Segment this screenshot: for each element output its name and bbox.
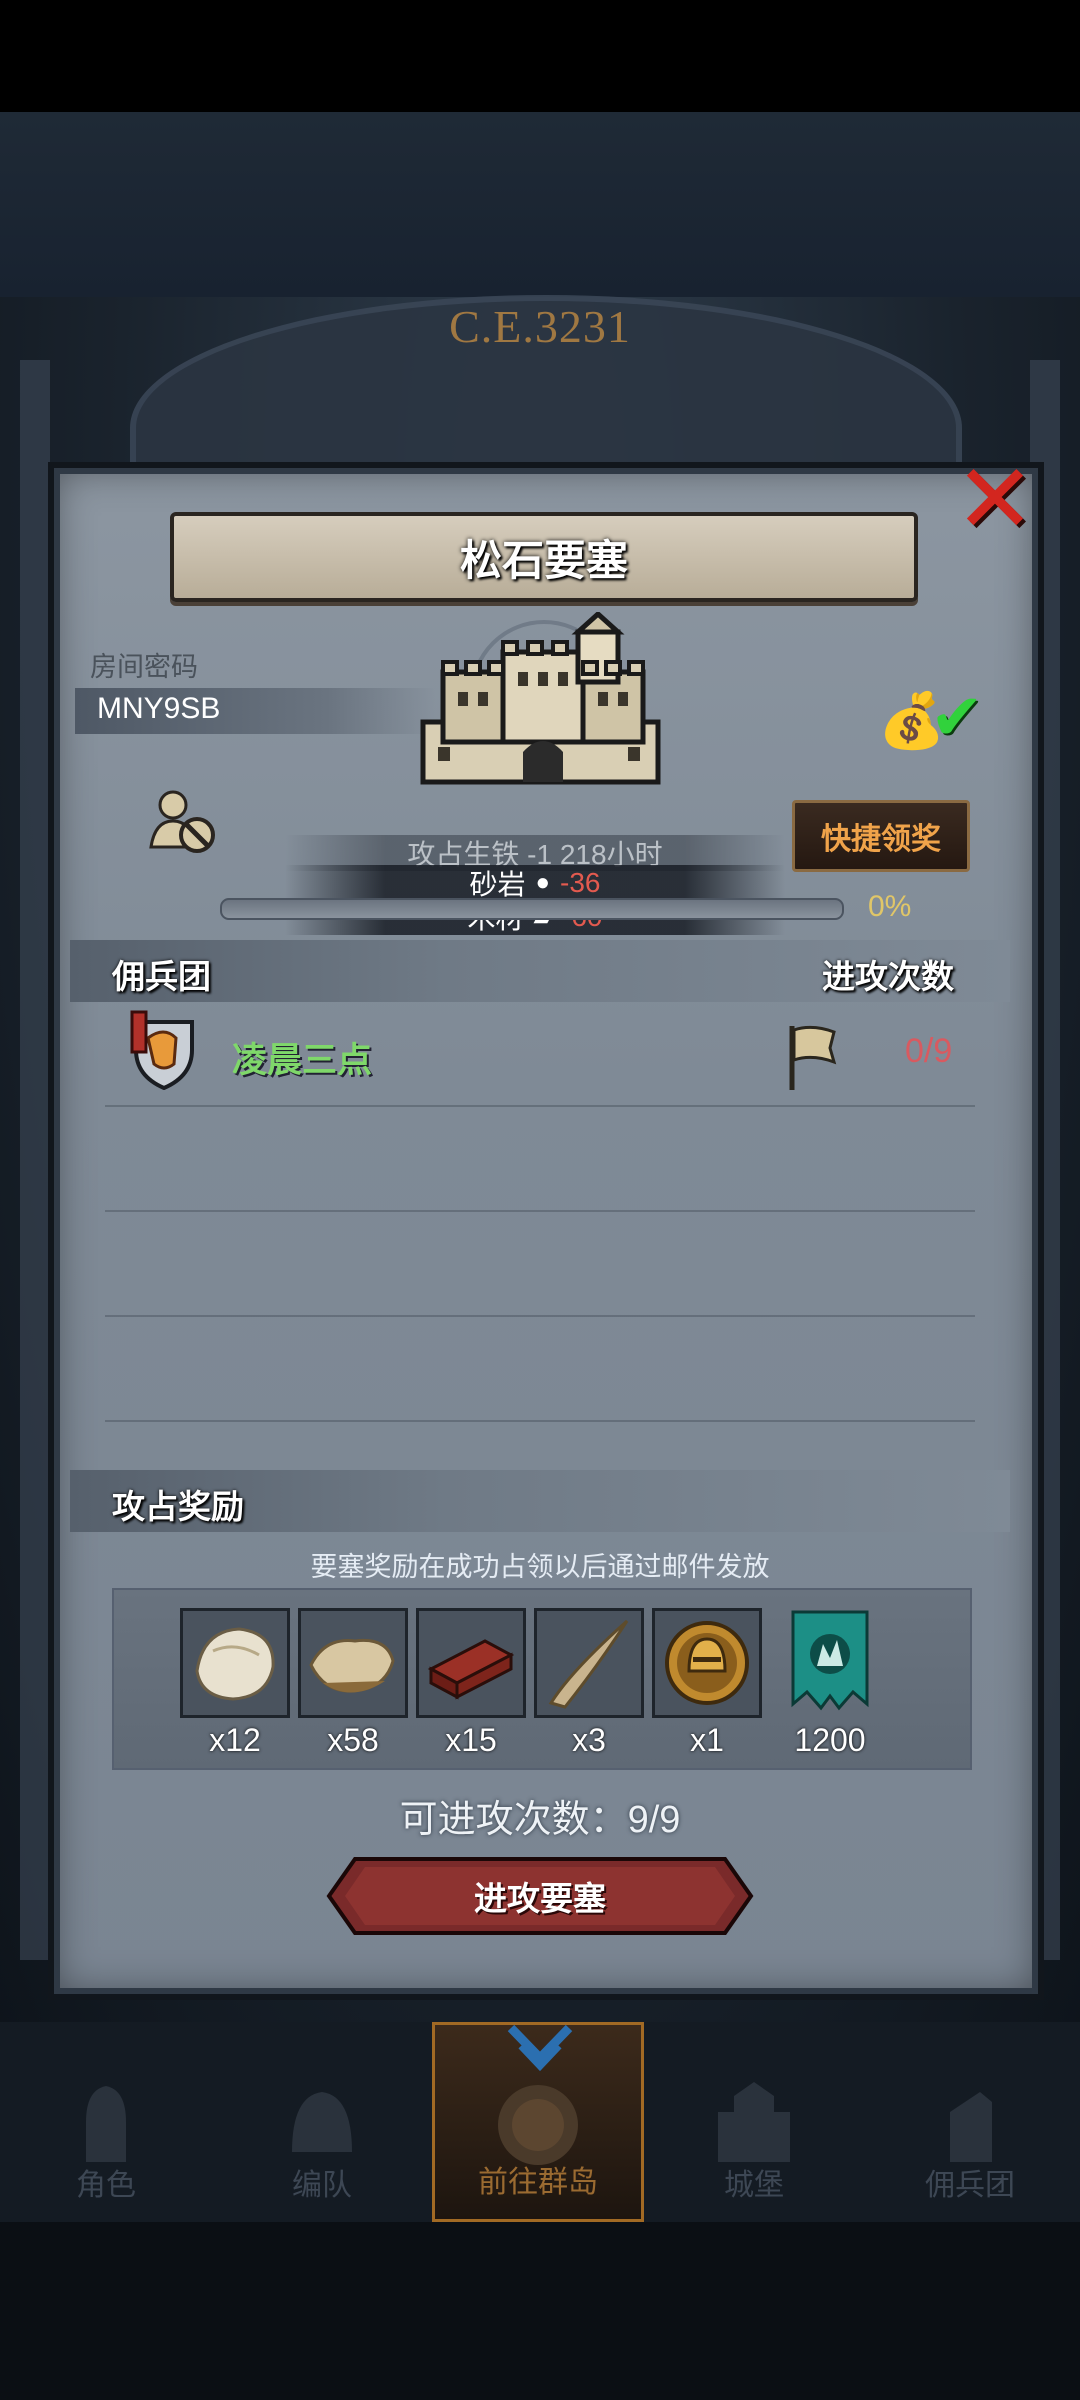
knight-icon — [86, 2086, 126, 2162]
reward-item[interactable] — [534, 1608, 644, 1718]
nav-label: 城堡 — [724, 2169, 784, 2202]
horn-icon — [537, 1611, 641, 1715]
row-divider — [105, 1105, 975, 1107]
row-divider — [105, 1315, 975, 1317]
resource-ticker: 攻占生铁 -1 218小时 砂岩 ● -36 木材 ▰ -60 — [285, 835, 785, 935]
mercenary-row[interactable]: 凌晨三点 0/9 — [70, 1010, 1010, 1110]
fortress-title: 松石要塞 — [459, 536, 628, 584]
mercenary-section-title: 佣兵团 — [112, 958, 211, 995]
reward-qty: x15 — [445, 1722, 497, 1758]
nav-label: 角色 — [76, 2169, 136, 2202]
chevron-down-icon — [507, 2024, 573, 2072]
reward-item[interactable] — [298, 1608, 408, 1718]
nav-item-castle[interactable]: 城堡 — [648, 2022, 860, 2222]
row-divider — [105, 1420, 975, 1422]
banner-icon — [791, 1610, 869, 1711]
reward-note: 要塞奖励在成功占领以后通过邮件发放 — [310, 1552, 770, 1582]
mercenary-name: 凌晨三点 — [232, 1041, 373, 1080]
castle-icon — [420, 612, 661, 785]
ticker-value: -36 — [560, 867, 601, 898]
reward-section-title: 攻占奖励 — [112, 1488, 244, 1525]
ticker-row-stone: 砂岩 ● -36 — [285, 865, 785, 901]
timber-icon — [419, 1611, 523, 1715]
room-code: MNY9SB — [97, 692, 221, 725]
rewards-collected-indicator[interactable]: 💰 ✔ — [878, 680, 998, 760]
side-pillar-left — [20, 360, 50, 1960]
reward-qty: x1 — [690, 1722, 724, 1758]
scene-top-band — [0, 112, 1080, 297]
close-button[interactable]: ✕ — [950, 452, 1040, 548]
nav-label: 编队 — [292, 2169, 352, 2202]
reward-item[interactable] — [180, 1608, 290, 1718]
reward-qty: 1200 — [794, 1722, 866, 1758]
helmet-icon — [292, 2092, 352, 2152]
helmet-medal-icon — [655, 1611, 759, 1715]
nav-label: 前往群岛 — [478, 2166, 598, 2199]
nav-item-formation[interactable]: 编队 — [216, 2022, 428, 2222]
reward-qty: x3 — [572, 1722, 606, 1758]
room-code-label: 房间密码 — [90, 652, 198, 682]
nav-label: 佣兵团 — [925, 2169, 1015, 2202]
quick-claim-button[interactable]: 快捷领奖 — [792, 800, 970, 872]
stone-icon: ● — [535, 869, 551, 896]
attack-fortress-button[interactable]: 进攻要塞 — [325, 1855, 755, 1937]
check-icon: ✔ — [930, 681, 984, 753]
status-bar-area — [0, 0, 1080, 112]
mercenary-icon — [950, 2092, 992, 2162]
fur-pelt-icon — [183, 1611, 287, 1715]
row-divider — [105, 1210, 975, 1212]
reward-qty: x58 — [327, 1722, 379, 1758]
reward-qty: x12 — [209, 1722, 261, 1758]
castle-icon — [718, 2082, 790, 2162]
hide-icon — [301, 1611, 405, 1715]
era-label: C.E.3231 — [449, 301, 631, 352]
reward-item[interactable] — [783, 1608, 877, 1718]
attacks-remaining: 可进攻次数：9/9 — [399, 1799, 681, 1841]
nav-item-mercenary[interactable]: 佣兵团 — [864, 2022, 1076, 2222]
reward-item[interactable] — [652, 1608, 762, 1718]
attacks-header: 进攻次数 — [822, 958, 954, 995]
capture-progress-bar — [220, 898, 844, 920]
reward-item[interactable] — [416, 1608, 526, 1718]
attack-count: 0/9 — [905, 1032, 953, 1070]
flag-icon — [789, 1025, 837, 1090]
attack-fortress-label: 进攻要塞 — [474, 1880, 606, 1917]
title-banner: 松石要塞 — [170, 512, 918, 602]
bottom-area — [0, 2222, 1080, 2400]
capture-progress-text: 0% — [868, 890, 912, 923]
no-visitor-icon[interactable] — [145, 787, 220, 857]
mercenary-crest-icon — [130, 1010, 194, 1090]
nav-item-character[interactable]: 角色 — [0, 2022, 212, 2222]
